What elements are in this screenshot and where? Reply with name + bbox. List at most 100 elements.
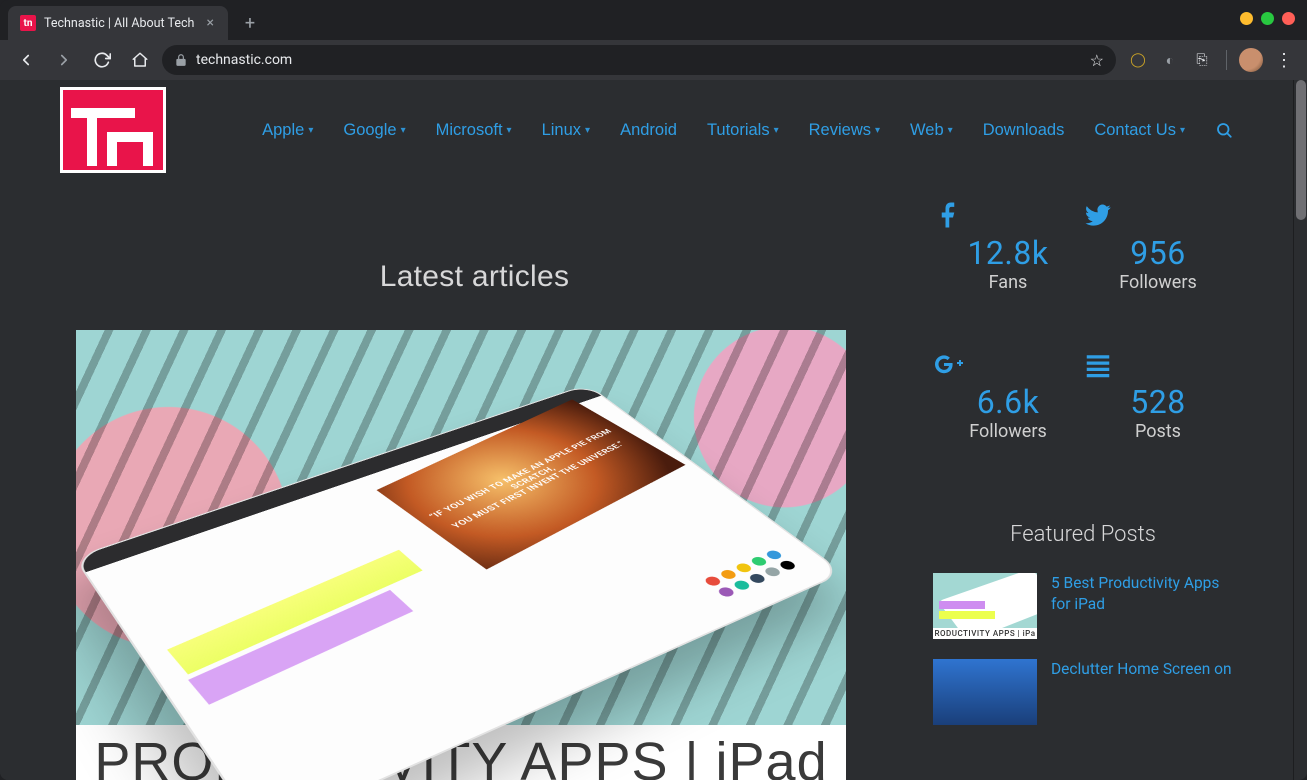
window-controls (1240, 12, 1295, 25)
list-icon (1083, 349, 1233, 379)
nav-tutorials[interactable]: Tutorials ▾ (707, 121, 779, 140)
section-title: Latest articles (76, 260, 873, 294)
featured-link[interactable]: Declutter Home Screen on (1051, 659, 1232, 680)
nav-linux[interactable]: Linux ▾ (542, 121, 590, 140)
nav-label: Reviews (809, 121, 871, 140)
facebook-icon (933, 200, 1083, 230)
google-plus-icon (933, 349, 1083, 379)
thumb-caption: RODUCTIVITY APPS | iPa (933, 628, 1037, 639)
featured-thumb[interactable] (933, 659, 1037, 725)
nav-microsoft[interactable]: Microsoft ▾ (436, 121, 512, 140)
scrollbar-thumb[interactable] (1296, 80, 1306, 220)
nav-label: Downloads (983, 121, 1065, 140)
main-column: Latest articles “IF YOU WISH TO MAKE AN … (76, 180, 873, 780)
counter-twitter[interactable]: 956 Followers (1083, 200, 1233, 293)
ipad-illustration: “IF YOU WISH TO MAKE AN APPLE PIE FROM S… (76, 384, 844, 780)
nav-search-button[interactable] (1215, 121, 1233, 139)
chevron-down-icon: ▾ (774, 125, 779, 136)
counter-gplus[interactable]: 6.6k Followers (933, 349, 1083, 442)
chevron-down-icon: ▾ (585, 125, 590, 136)
counter-value: 956 (1083, 234, 1233, 272)
browser-toolbar: technastic.com ☆ ◯ ◐ ⎘ ⋮ (0, 40, 1307, 80)
bookmark-button[interactable]: ☆ (1090, 51, 1104, 70)
chevron-down-icon: ▾ (1180, 125, 1185, 136)
featured-posts: Featured Posts RODUCTIVITY APPS | iPa 5 … (933, 522, 1233, 725)
url-text: technastic.com (196, 52, 292, 68)
counter-value: 528 (1083, 383, 1233, 421)
featured-title: Featured Posts (933, 522, 1233, 547)
chevron-down-icon: ▾ (948, 125, 953, 136)
nav-label: Contact Us (1094, 121, 1176, 140)
nav-android[interactable]: Android (620, 121, 677, 140)
reload-button[interactable] (86, 44, 118, 76)
sidebar: 12.8k Fans 956 Followers (933, 180, 1233, 780)
toolbar-separator (1226, 50, 1227, 70)
twitter-icon (1083, 200, 1233, 230)
chevron-down-icon: ▾ (308, 125, 313, 136)
home-icon (131, 51, 149, 69)
extension-icon-2[interactable]: ◐ (1158, 48, 1182, 72)
featured-link[interactable]: 5 Best Productivity Apps for iPad (1051, 573, 1233, 615)
counter-label: Followers (1083, 272, 1233, 293)
close-window-button[interactable] (1282, 12, 1295, 25)
counter-label: Posts (1083, 421, 1233, 442)
extension-icon-3[interactable]: ⎘ (1190, 48, 1214, 72)
nav-label: Microsoft (436, 121, 503, 140)
site-header: Apple▾ Google ▾ Microsoft ▾ Linux ▾ Android… (0, 80, 1293, 180)
new-tab-button[interactable]: + (236, 9, 264, 37)
scrollbar[interactable] (1293, 80, 1307, 780)
nav-contact[interactable]: Contact Us ▾ (1094, 121, 1185, 140)
profile-avatar[interactable] (1239, 48, 1263, 72)
nav-reviews[interactable]: Reviews ▾ (809, 121, 880, 140)
minimize-button[interactable] (1240, 12, 1253, 25)
toolbar-right: ◯ ◐ ⎘ ⋮ (1126, 48, 1297, 72)
main-nav: Apple▾ Google ▾ Microsoft ▾ Linux ▾ Android… (262, 121, 1233, 140)
counter-label: Fans (933, 272, 1083, 293)
featured-thumb[interactable]: RODUCTIVITY APPS | iPa (933, 573, 1037, 639)
hero-quote-line: YOU MUST FIRST INVENT THE UNIVERSE.” (449, 440, 627, 530)
counter-value: 6.6k (933, 383, 1083, 421)
back-button[interactable] (10, 44, 42, 76)
counter-value: 12.8k (933, 234, 1083, 272)
lock-icon (174, 53, 188, 67)
reload-icon (93, 51, 111, 69)
counter-facebook[interactable]: 12.8k Fans (933, 200, 1083, 293)
tab-strip: tn Technastic | All About Tech × + (0, 0, 1307, 40)
chevron-down-icon: ▾ (507, 125, 512, 136)
tab-title: Technastic | All About Tech (44, 16, 197, 31)
content: Latest articles “IF YOU WISH TO MAKE AN … (0, 180, 1293, 780)
nav-apple[interactable]: Apple▾ (262, 121, 313, 140)
social-counters: 12.8k Fans 956 Followers (933, 200, 1233, 442)
featured-post: RODUCTIVITY APPS | iPa 5 Best Productivi… (933, 573, 1233, 639)
featured-post: Declutter Home Screen on (933, 659, 1233, 725)
nav-label: Linux (542, 121, 581, 140)
site-logo[interactable] (60, 87, 166, 173)
forward-button[interactable] (48, 44, 80, 76)
maximize-button[interactable] (1261, 12, 1274, 25)
counter-label: Followers (933, 421, 1083, 442)
nav-label: Web (910, 121, 944, 140)
nav-web[interactable]: Web ▾ (910, 121, 953, 140)
browser-tab[interactable]: tn Technastic | All About Tech × (8, 6, 228, 40)
browser-window: tn Technastic | All About Tech × + (0, 0, 1307, 780)
favicon-icon: tn (20, 15, 36, 31)
counter-posts[interactable]: 528 Posts (1083, 349, 1233, 442)
arrow-right-icon (55, 51, 73, 69)
browser-menu-button[interactable]: ⋮ (1271, 50, 1297, 71)
article-hero-image: “IF YOU WISH TO MAKE AN APPLE PIE FROM S… (76, 330, 846, 725)
viewport: Apple▾ Google ▾ Microsoft ▾ Linux ▾ Android… (0, 80, 1307, 780)
article-card[interactable]: “IF YOU WISH TO MAKE AN APPLE PIE FROM S… (76, 330, 846, 780)
nav-label: Google (343, 121, 396, 140)
address-bar[interactable]: technastic.com ☆ (162, 45, 1116, 75)
nav-label: Tutorials (707, 121, 770, 140)
chevron-down-icon: ▾ (875, 125, 880, 136)
search-icon (1215, 121, 1233, 139)
arrow-left-icon (17, 51, 35, 69)
chevron-down-icon: ▾ (401, 125, 406, 136)
home-button[interactable] (124, 44, 156, 76)
extension-icon-1[interactable]: ◯ (1126, 48, 1150, 72)
nav-google[interactable]: Google ▾ (343, 121, 405, 140)
nav-label: Android (620, 121, 677, 140)
close-tab-button[interactable]: × (205, 15, 216, 31)
nav-downloads[interactable]: Downloads (983, 121, 1065, 140)
